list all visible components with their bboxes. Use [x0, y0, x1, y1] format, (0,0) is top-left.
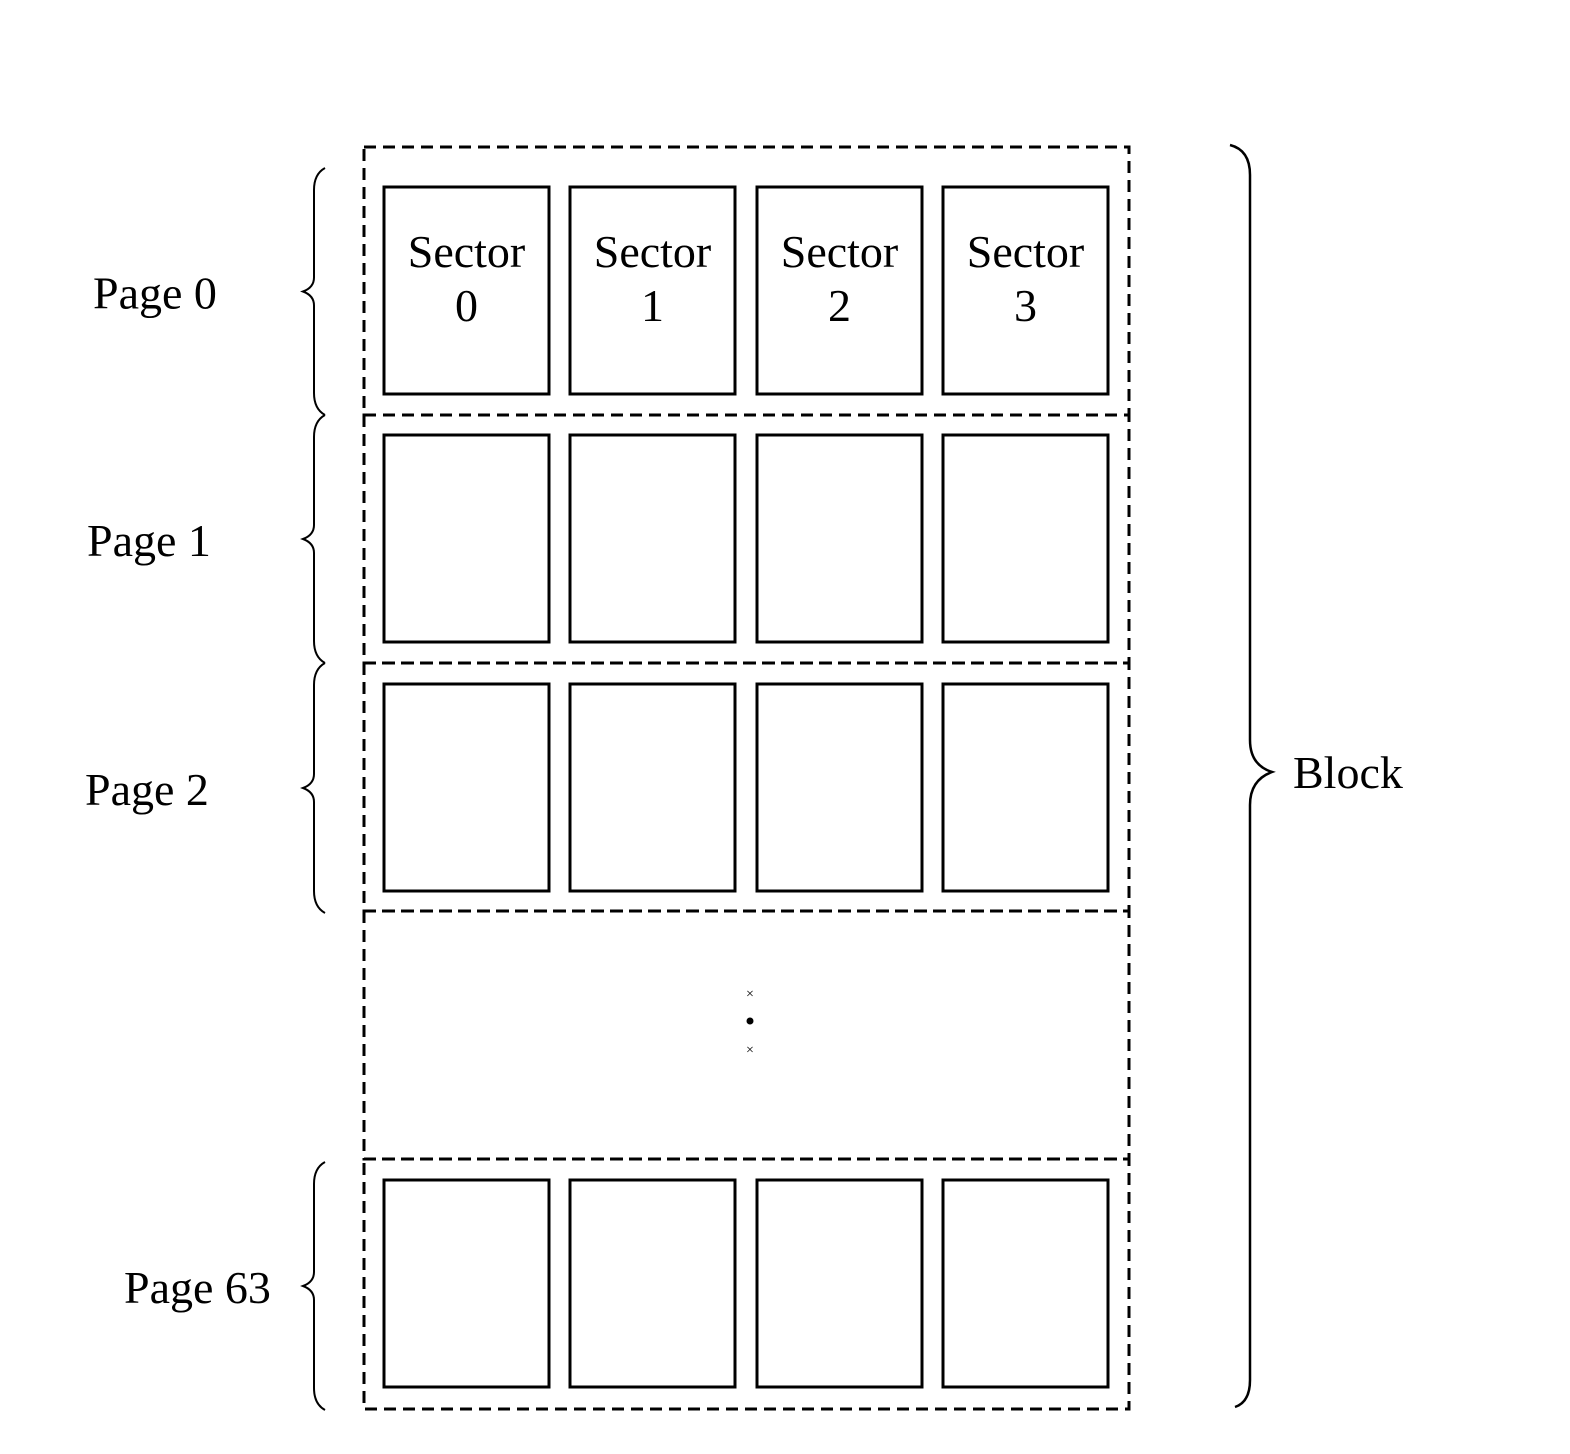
sector-p3-s0: [382, 1178, 551, 1389]
sector-p1-s1: [568, 433, 737, 644]
sector-p2-s0: [382, 682, 551, 893]
block-label: Block: [1293, 747, 1403, 798]
sector-p3-s2: [755, 1178, 924, 1389]
flash-block-diagram: Sector0Sector1Sector2Sector3 Page 0Page …: [85, 143, 1403, 1411]
page-2-container: [362, 661, 1131, 913]
sector-p1-s3: [941, 433, 1110, 644]
sector-p2-s1: [568, 682, 737, 893]
sector-p2-s2: [755, 682, 924, 893]
svg-text:×: ×: [746, 987, 754, 1002]
block-brace: [1229, 143, 1276, 1409]
sector-number: 1: [641, 280, 664, 331]
ellipsis-dots: × ×: [746, 987, 754, 1058]
page-brace: [300, 1161, 326, 1411]
sector-number: 2: [828, 280, 851, 331]
sector-label: Sector: [408, 226, 526, 277]
page-brace: [300, 662, 326, 914]
page-brace: [300, 414, 326, 664]
page-label: Page 63: [124, 1262, 271, 1313]
page-label: Page 2: [85, 764, 209, 815]
sector-p1-s0: [382, 433, 551, 644]
sector-p3-s3: [941, 1178, 1110, 1389]
sector-p0-s2: Sector2: [755, 185, 924, 396]
page-63-container: [362, 1157, 1131, 1411]
sector-number: 0: [455, 280, 478, 331]
page-label: Page 1: [87, 515, 211, 566]
page-brace: [300, 167, 326, 416]
svg-text:×: ×: [746, 1043, 754, 1058]
page-1-container: [362, 413, 1131, 665]
sector-number: 3: [1014, 280, 1037, 331]
sector-p2-s3: [941, 682, 1110, 893]
sector-p0-s0: Sector0: [382, 185, 551, 396]
sector-p0-s1: Sector1: [568, 185, 737, 396]
sector-label: Sector: [594, 226, 712, 277]
sector-label: Sector: [967, 226, 1085, 277]
sector-p1-s2: [755, 433, 924, 644]
omitted-pages-container: [362, 909, 1131, 1161]
sector-p0-s3: Sector3: [941, 185, 1110, 396]
sector-label: Sector: [781, 226, 899, 277]
sector-p3-s1: [568, 1178, 737, 1389]
page-label: Page 0: [93, 268, 217, 319]
